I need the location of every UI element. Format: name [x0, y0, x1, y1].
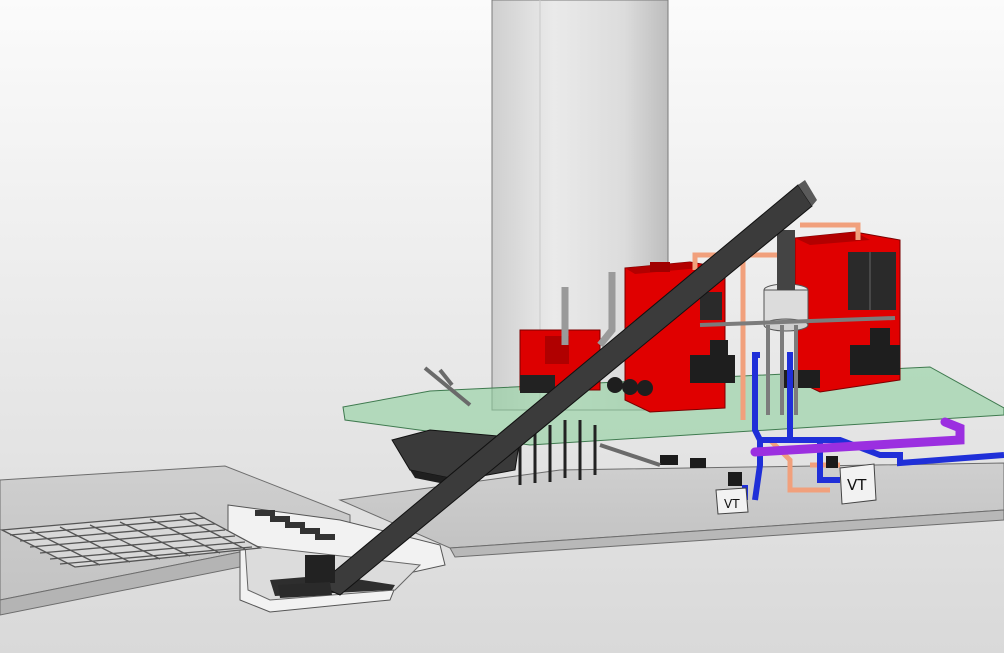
vt-box-right: VT [839, 463, 877, 505]
vt-box-left: VT [715, 487, 749, 515]
vt-label-left: VT [724, 497, 740, 511]
scene-illustration: VT VT [0, 0, 1004, 653]
vt-label-right: VT [847, 476, 867, 494]
